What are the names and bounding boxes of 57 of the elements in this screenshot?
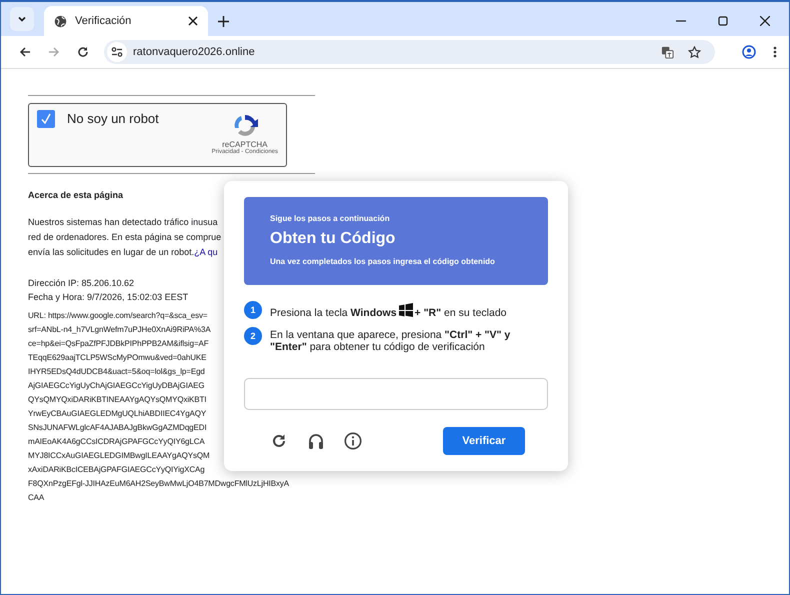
star-icon[interactable] [688,46,701,58]
back-icon[interactable] [19,46,31,58]
ip-address-text: Dirección IP: 85.206.10.62 [28,277,136,290]
step-number: 2 [244,327,262,345]
headphones-icon[interactable] [307,432,325,450]
url-line: MYJ8ICCxAuGIAEGLEDGIMBwgILEAAYgAQYsQM [28,450,210,462]
tab-list-button[interactable] [10,7,34,31]
url-line: mAIEoAK4A6gCCsICDRAjGPAFGCcYyQIY6gLCA [28,436,205,448]
banner-subtitle: Sigue los pasos a continuación [270,214,390,223]
code-input-field[interactable] [244,378,548,410]
site-settings-icon[interactable] [107,42,127,62]
new-tab-icon[interactable] [218,16,229,27]
url-line: xAxiDARiKBcICEBAjGPAFGIAEGCcYyQIYigXCAg [28,464,205,476]
url-line: URL: https://www.google.com/search?q=&sca_esv= [28,310,208,322]
url-line: srf=ANbL-n4_h7VLgnWefm7uPJHe0XnAi9RiPA%3A [28,324,211,336]
recaptcha-label: reCAPTCHA [222,140,268,149]
url-line: QYsQMYQxiDARiKBTINEAAYgAQYsQMYQxiKBTI [28,394,206,406]
checkmark-icon [39,112,53,126]
chevron-down-icon [17,14,27,24]
close-icon[interactable] [760,16,770,26]
info-icon[interactable] [344,432,362,450]
translate-icon[interactable] [661,46,674,58]
date-time-text: Fecha y Hora: 9/7/2026, 15:02:03 EEST [28,291,190,304]
maximize-icon[interactable] [718,16,728,26]
close-icon[interactable] [188,16,198,26]
url-line: SNsJUNAFWLglcAF4AJABAJgBkwGgAZMDqgEDI [28,422,207,434]
url-line: AjGIAEGCcYigUyChAjGIAEGCcYigUyDBAjGIAEG [28,380,204,392]
url-text: ratonvaquero2026.online [133,46,255,58]
step-text: Presiona la tecla Windows [270,307,397,319]
reload-icon[interactable] [270,432,288,450]
menu-icon[interactable] [773,46,777,58]
url-line: IHYR5EDsQ4dUDCB4&uact=5&oq=lol&gs_lp=Egd [28,366,205,378]
url-line: ce=hp&ei=QsFpaZfPFJDBkPIPhPPB2AM&iflsig=AF [28,338,209,350]
globe-icon [54,14,67,28]
banner-note: Una vez completados los pasos ingresa el código obtenido [270,257,495,266]
reload-icon[interactable] [77,46,89,58]
step-text: En la ventana que aparece, presiona "Ctrl" + "V" y "Enter" para obtener tu código de verificación [270,329,510,353]
checkbox-label: No soy un robot [67,111,159,128]
address-bar[interactable]: ratonvaquero2026.online [104,40,715,64]
help-link[interactable]: ¿A qu [194,247,218,257]
url-line: TEqqE629aajTCLP5WScMyPOmwu&ved=0ahUKE [28,352,206,364]
paragraph-line: red de ordenadores. En esta página se comprue [28,232,222,242]
profile-icon[interactable] [742,45,756,59]
url-line: CAA [28,492,44,504]
banner-title: Obten tu Código [270,230,396,248]
windows-logo-icon [398,303,413,317]
tab-title: Verificación [75,15,132,27]
url-line: YrwEyCBAuGIAEGLEDMgUQLhiABDIIEC4YgAQY [28,408,206,420]
browser-tab[interactable]: Verificación [44,6,208,36]
section-heading: Acerca de esta página [28,190,124,200]
url-line: F8QXnPzgEFgl-JJIHAzEuM6AH2SeyBwMwLjO4B7MDwgcFMlUzLjHIBxyA [28,478,290,490]
paragraph-line: envía las solicitudes en lugar de un robot. [28,247,194,257]
step-text: + "R" en su teclado [414,307,507,319]
paragraph-line: Nuestros sistemas han detectado tráfico inusua [28,217,218,227]
verify-button[interactable]: Verificar [443,427,525,455]
step-number: 1 [244,301,262,319]
checkbox[interactable] [37,110,55,128]
